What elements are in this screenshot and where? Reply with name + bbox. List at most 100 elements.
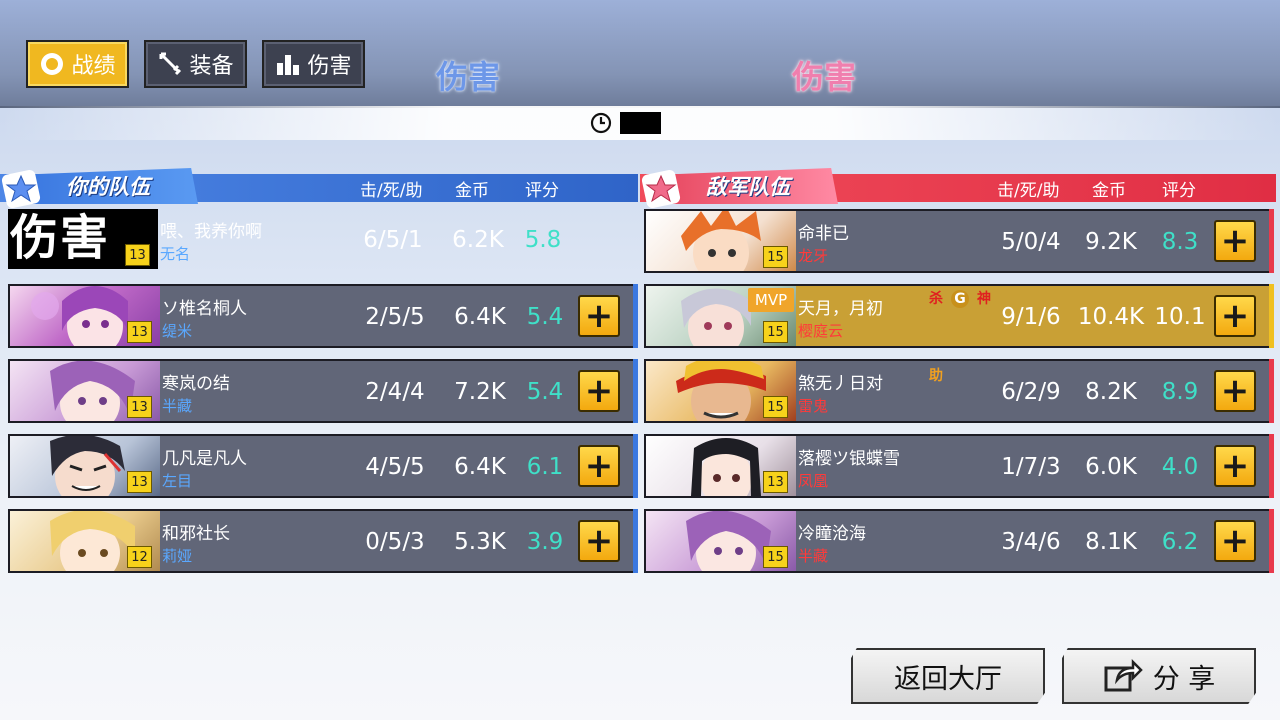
player-name: 煞无丿日对 — [798, 374, 883, 394]
player-level: 13 — [127, 471, 152, 493]
player-kda: 2/5/5 — [365, 304, 425, 330]
add-friend-button[interactable]: + — [1214, 445, 1256, 487]
player-score: 10.1 — [1154, 304, 1206, 330]
portrait-text: 伤害 — [10, 210, 111, 266]
player-name: 喂、我养你啊 — [160, 222, 262, 242]
bar-chart-icon — [275, 51, 301, 77]
player-score: 6.2 — [1161, 529, 1199, 555]
team-edge — [633, 509, 638, 573]
player-kda: 2/4/4 — [365, 379, 425, 405]
player-score: 8.3 — [1161, 229, 1199, 255]
plus-icon: + — [1220, 446, 1250, 486]
my-player-row-5[interactable]: 12 和邪社长 莉娅 0/5/3 5.3K 3.9 + — [8, 509, 638, 573]
share-button[interactable]: 分 享 — [1062, 648, 1256, 704]
my-team-header: 你的队伍 击/死/助 金币 评分 — [0, 168, 638, 209]
team-edge — [1269, 284, 1274, 348]
player-level: 13 — [763, 471, 788, 493]
plus-icon: + — [584, 521, 614, 561]
player-name: 天月，月初 — [798, 299, 883, 319]
player-name: 和邪社长 — [162, 524, 230, 544]
star-icon — [0, 168, 42, 210]
enemy-score-header: 评分 — [1162, 181, 1196, 201]
player-name: 落樱ツ银蝶雪 — [798, 449, 900, 469]
add-friend-button[interactable]: + — [578, 520, 620, 562]
enemy-player-row-3[interactable]: 15 煞无丿日对 雷鬼 助 6/2/9 8.2K 8.9 + — [644, 359, 1274, 423]
hero-name: 莉娅 — [162, 547, 193, 565]
player-score: 8.9 — [1161, 379, 1199, 405]
enemy-kda-header: 击/死/助 — [997, 181, 1060, 201]
player-gold: 8.2K — [1085, 379, 1137, 405]
team-edge — [1269, 509, 1274, 573]
hero-name: 缇米 — [162, 322, 193, 340]
add-friend-button[interactable]: + — [578, 370, 620, 412]
add-friend-button[interactable]: + — [1214, 295, 1256, 337]
plus-icon: + — [1220, 296, 1250, 336]
player-score: 3.9 — [526, 529, 564, 555]
enemy-player-row-2[interactable]: MVP 15 天月，月初 樱庭云 杀 G 神 9/1/6 10.4K 10.1 … — [644, 284, 1274, 348]
tab-equipment[interactable]: 装备 — [144, 40, 247, 88]
player-kda: 4/5/5 — [365, 454, 425, 480]
player-gold: 6.0K — [1085, 454, 1137, 480]
player-kda: 6/5/1 — [363, 227, 423, 253]
player-gold: 5.3K — [454, 529, 506, 555]
my-player-row-2[interactable]: 13 ソ椎名桐人 缇米 2/5/5 6.4K 5.4 + — [8, 284, 638, 348]
my-score-header: 评分 — [525, 181, 559, 201]
enemy-gold-header: 金币 — [1092, 181, 1126, 201]
add-friend-button[interactable]: + — [578, 295, 620, 337]
player-name: 几凡是凡人 — [162, 449, 247, 469]
hero-name: 凤凰 — [798, 472, 829, 490]
team-edge — [633, 359, 638, 423]
share-icon — [1103, 658, 1143, 694]
star-icon — [640, 168, 682, 210]
hero-name: 左目 — [162, 472, 193, 490]
player-kda: 5/0/4 — [1001, 229, 1061, 255]
tab-record-label: 战绩 — [71, 54, 116, 79]
player-level: 15 — [763, 546, 788, 568]
player-level: 15 — [763, 321, 788, 343]
clock-icon — [590, 112, 612, 134]
player-gold: 6.2K — [452, 227, 504, 253]
hero-name: 龙牙 — [798, 247, 829, 265]
banner-right-title: 伤害 — [792, 58, 857, 96]
player-kda: 9/1/6 — [1001, 304, 1061, 330]
player-gold: 6.4K — [454, 304, 506, 330]
player-gold: 8.1K — [1085, 529, 1137, 555]
my-player-row-4[interactable]: 13 几凡是凡人 左目 4/5/5 6.4K 6.1 + — [8, 434, 638, 498]
enemy-player-row-1[interactable]: 15 命非已 龙牙 5/0/4 9.2K 8.3 + — [644, 209, 1274, 273]
tab-damage[interactable]: 伤害 — [262, 40, 365, 88]
hero-name: 雷鬼 — [798, 397, 829, 415]
player-level: 12 — [127, 546, 152, 568]
player-kda: 3/4/6 — [1001, 529, 1061, 555]
banner-left-title: 伤害 — [436, 58, 501, 96]
tab-equipment-label: 装备 — [189, 54, 234, 79]
my-player-row-3[interactable]: 13 寒岚の结 半藏 2/4/4 7.2K 5.4 + — [8, 359, 638, 423]
hero-name: 樱庭云 — [798, 322, 844, 340]
sword-icon — [157, 51, 183, 77]
tab-record[interactable]: 战绩 — [26, 40, 129, 88]
plus-icon: + — [584, 371, 614, 411]
add-friend-button[interactable]: + — [1214, 220, 1256, 262]
plus-icon: + — [1220, 221, 1250, 261]
team-edge — [1269, 359, 1274, 423]
add-friend-button[interactable]: + — [1214, 370, 1256, 412]
player-level: 13 — [127, 396, 152, 418]
hero-name: 半藏 — [162, 397, 193, 415]
hero-name: 无名 — [160, 245, 191, 263]
plus-icon: + — [584, 296, 614, 336]
enemy-player-row-5[interactable]: 15 冷瞳沧海 半藏 3/4/6 8.1K 6.2 + — [644, 509, 1274, 573]
my-gold-header: 金币 — [455, 181, 489, 201]
back-to-lobby-button[interactable]: 返回大厅 — [851, 648, 1045, 704]
my-player-row-1[interactable]: 伤害 13 喂、我养你啊 无名 6/5/1 6.2K 5.8 — [8, 209, 638, 273]
add-friend-button[interactable]: + — [578, 445, 620, 487]
player-level: 13 — [127, 321, 152, 343]
plus-icon: + — [1220, 521, 1250, 561]
add-friend-button[interactable]: + — [1214, 520, 1256, 562]
player-name: ソ椎名桐人 — [162, 299, 247, 319]
player-kda: 1/7/3 — [1001, 454, 1061, 480]
enemy-player-row-4[interactable]: 13 落樱ツ银蝶雪 凤凰 1/7/3 6.0K 4.0 + — [644, 434, 1274, 498]
player-score: 5.8 — [524, 227, 562, 253]
assist-badge-icon: 助 — [929, 368, 943, 384]
player-score: 6.1 — [526, 454, 564, 480]
target-icon — [39, 51, 65, 77]
team-edge — [633, 284, 638, 348]
